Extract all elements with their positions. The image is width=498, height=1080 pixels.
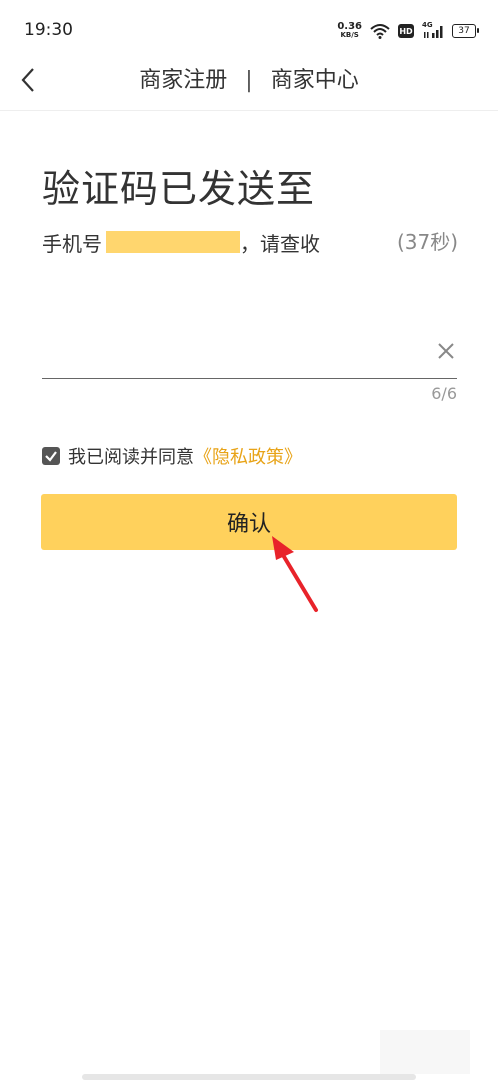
status-bar: 19:30 0.36 KB/S HD 4G 37 bbox=[0, 0, 498, 60]
nav-title-separator: | bbox=[245, 68, 253, 93]
network-speed-unit: KB/S bbox=[340, 31, 359, 39]
phone-number-mask bbox=[106, 231, 240, 253]
network-speed-value: 0.36 bbox=[337, 21, 362, 32]
confirm-button[interactable]: 确认 bbox=[41, 494, 457, 550]
bottom-decoration bbox=[380, 1030, 470, 1074]
network-speed: 0.36 KB/S bbox=[337, 22, 362, 40]
nav-title-center: 商家中心 bbox=[270, 68, 359, 93]
phone-prefix: 手机号 bbox=[42, 231, 102, 256]
battery-icon: 37 bbox=[452, 24, 479, 38]
code-length-counter: 6/6 bbox=[431, 384, 457, 403]
agreement-row: 我已阅读并同意 《隐私政策》 bbox=[42, 443, 302, 469]
annotation-arrow-icon bbox=[272, 536, 318, 612]
verification-code-input[interactable] bbox=[42, 326, 416, 376]
code-input-wrapper bbox=[42, 326, 457, 379]
hd-icon: HD bbox=[398, 24, 414, 38]
home-indicator bbox=[82, 1074, 416, 1080]
agreement-text: 我已阅读并同意 bbox=[68, 447, 194, 468]
checkmark-icon bbox=[45, 451, 57, 462]
status-time: 19:30 bbox=[24, 20, 73, 40]
phone-suffix: ，请查收 bbox=[240, 231, 320, 256]
phone-row: 手机号 ，请查收 (37秒) bbox=[42, 228, 458, 256]
nav-title-register: 商家注册 bbox=[139, 68, 228, 93]
agreement-checkbox[interactable] bbox=[42, 447, 60, 465]
wifi-icon bbox=[370, 24, 390, 39]
nav-title: 商家注册 | 商家中心 bbox=[0, 62, 498, 94]
resend-countdown[interactable]: (37秒) bbox=[397, 228, 458, 256]
page-title: 验证码已发送至 bbox=[42, 167, 316, 211]
signal-label: 4G bbox=[422, 21, 433, 29]
signal-icon: 4G bbox=[422, 21, 444, 39]
clear-icon[interactable] bbox=[435, 340, 457, 362]
status-icons: 0.36 KB/S HD 4G 37 bbox=[337, 20, 479, 42]
nav-bar: 商家注册 | 商家中心 bbox=[0, 60, 498, 111]
privacy-policy-link[interactable]: 《隐私政策》 bbox=[194, 443, 302, 469]
